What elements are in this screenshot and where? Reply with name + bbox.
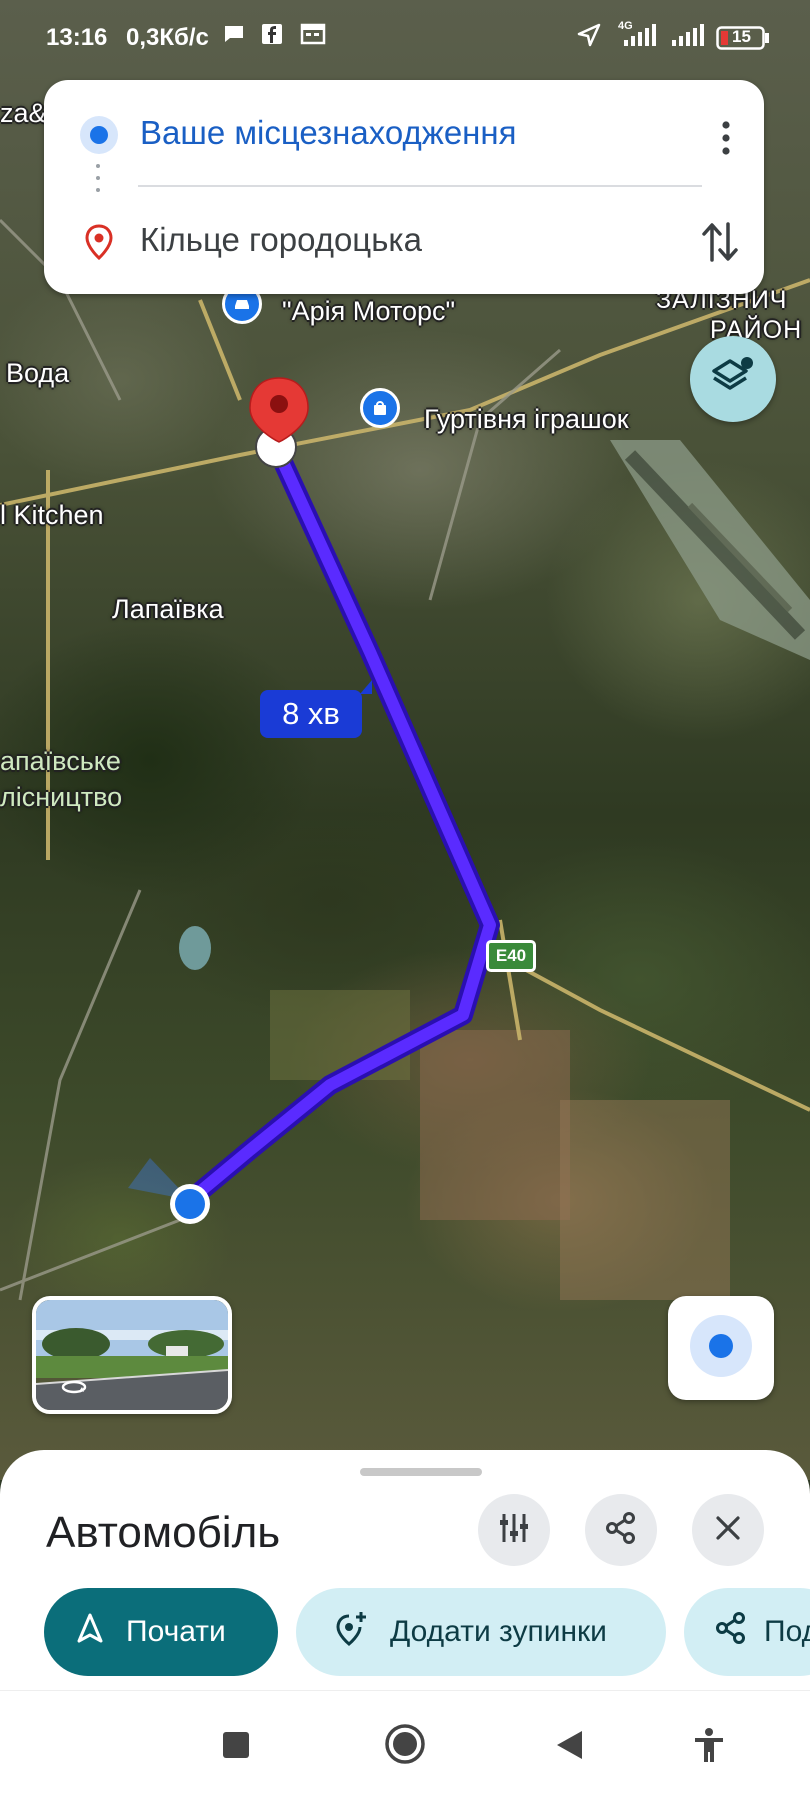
recents-button[interactable] [222, 1731, 250, 1764]
directions-card: Ваше місцезнаходження Кільце городоцька [44, 80, 764, 294]
close-icon [714, 1514, 742, 1547]
map-label: лісництво [0, 782, 123, 812]
chat-icon [222, 22, 246, 53]
route-options-button[interactable] [478, 1494, 550, 1566]
my-location-button[interactable] [668, 1296, 774, 1400]
add-stops-button[interactable]: Додати зупинки [296, 1588, 666, 1676]
back-button[interactable] [554, 1729, 584, 1766]
map-label: Лапаївка [112, 594, 224, 624]
start-label: Почати [126, 1615, 226, 1648]
road-shield: E40 [486, 940, 536, 972]
bottom-sheet: Автомобіль Почати Додати зупинки По [0, 1450, 810, 1690]
layers-button[interactable] [690, 336, 776, 422]
destination-pin-icon [84, 224, 114, 265]
location-dot [175, 1189, 205, 1219]
map-label[interactable]: "Арія Моторс" [282, 296, 455, 327]
navigation-arrow-icon [76, 1612, 104, 1652]
sheet-handle[interactable] [360, 1468, 482, 1476]
street-view-thumbnail[interactable] [32, 1296, 232, 1414]
add-location-icon [334, 1610, 368, 1654]
swap-icon[interactable] [692, 216, 748, 268]
share-chip-label: Под [764, 1615, 810, 1648]
route-dots-icon [96, 164, 100, 200]
map-label: za& [0, 98, 47, 128]
start-button[interactable]: Почати [44, 1588, 278, 1676]
origin-dot-icon [80, 116, 118, 154]
accessibility-icon[interactable] [692, 1727, 726, 1768]
facebook-icon [260, 22, 284, 53]
add-stops-label: Додати зупинки [390, 1615, 607, 1648]
map-label: апаївське [0, 746, 121, 776]
divider [138, 185, 702, 187]
map-label: Вода [6, 358, 70, 388]
close-button[interactable] [692, 1494, 764, 1566]
more-vert-icon[interactable] [706, 116, 746, 160]
eta-label[interactable]: 8 хв [260, 680, 372, 738]
my-location-icon [688, 1313, 754, 1384]
tune-icon [497, 1511, 531, 1550]
destination-pin-icon [249, 377, 309, 443]
share-icon [714, 1611, 748, 1653]
status-time: 13:16 [46, 24, 108, 51]
map-label[interactable]: l Kitchen [0, 500, 104, 531]
poi-shopping-bag-icon[interactable] [360, 388, 400, 428]
navigation-bar [0, 1690, 810, 1801]
share-icon [604, 1511, 638, 1550]
battery-level: 15 [732, 27, 751, 46]
origin-field[interactable]: Ваше місцезнаходження [140, 114, 517, 152]
travel-mode-title: Автомобіль [46, 1508, 281, 1557]
share-button[interactable] [585, 1494, 657, 1566]
airport-area [610, 440, 810, 660]
layers-icon [710, 354, 756, 405]
destination-field[interactable]: Кільце городоцька [140, 221, 422, 259]
share-chip[interactable]: Под [684, 1588, 810, 1676]
network-speed: 0,3Кб/с [126, 24, 209, 51]
signal-icon [620, 22, 658, 55]
status-bar: 13:16 0,3Кб/с 4G 15 [0, 0, 810, 78]
map-label[interactable]: Гуртівня іграшок [424, 404, 629, 435]
rotate-360-icon [60, 1378, 88, 1401]
signal-icon [670, 22, 706, 55]
calendar-icon [300, 22, 326, 53]
home-button[interactable] [384, 1723, 426, 1770]
location-arrow-icon [576, 22, 602, 55]
